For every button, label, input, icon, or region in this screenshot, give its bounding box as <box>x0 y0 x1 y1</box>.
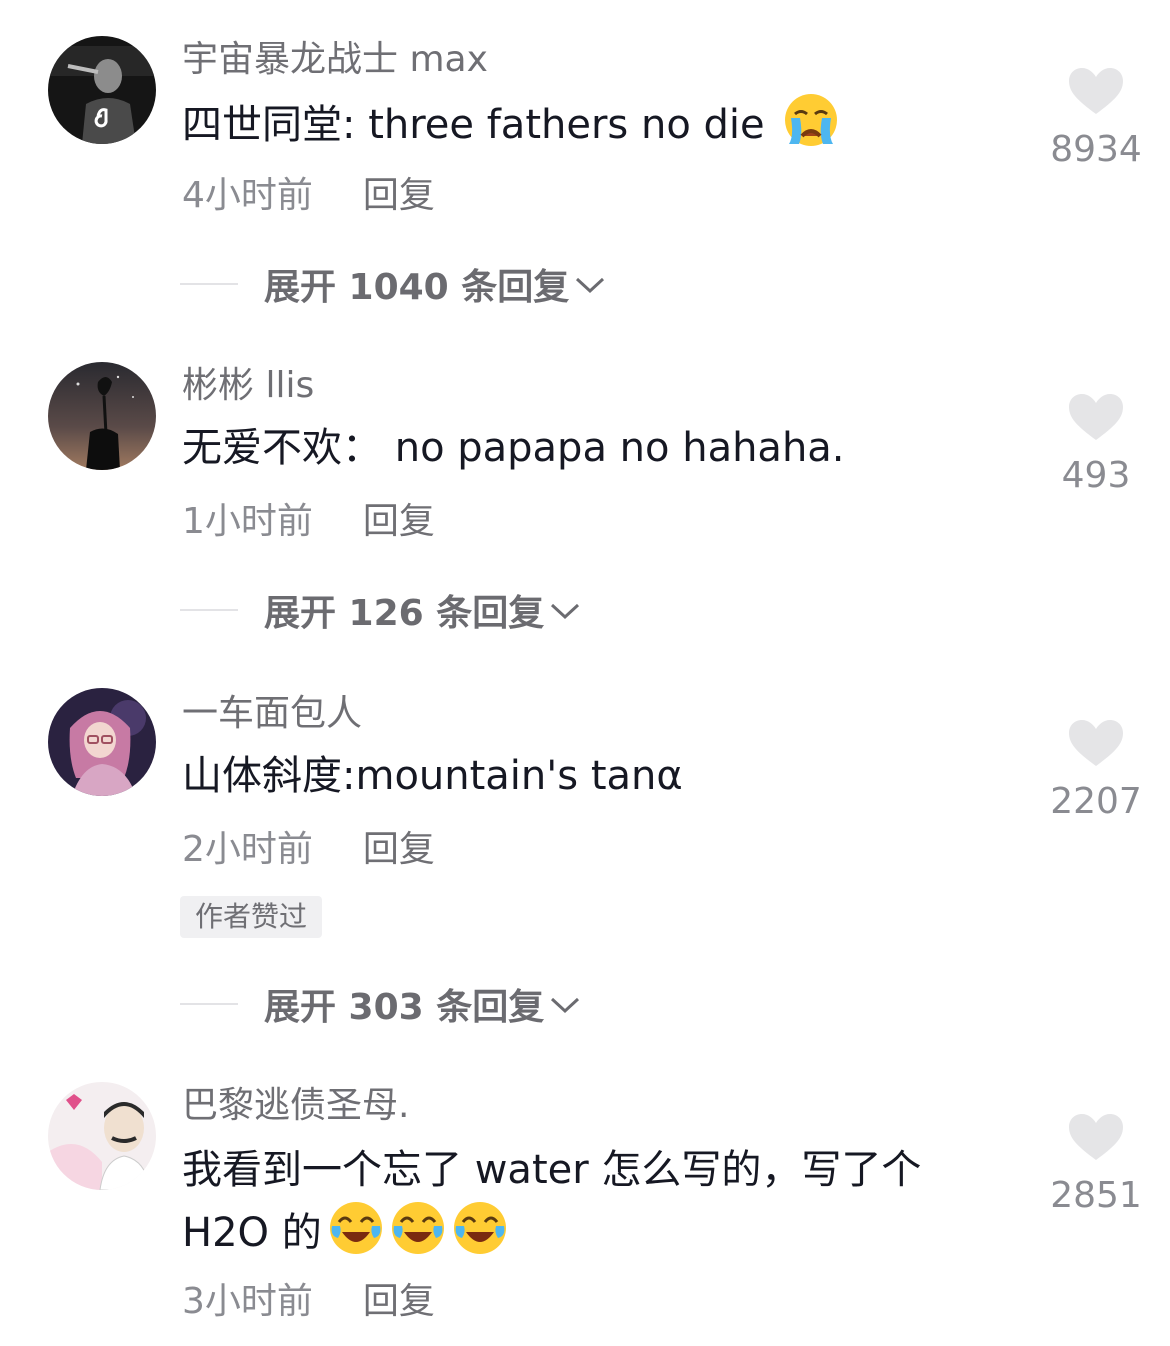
heart-icon <box>1069 720 1123 766</box>
like-count: 493 <box>1061 455 1131 496</box>
reply-button[interactable]: 回复 <box>363 1281 435 1322</box>
chevron-down-icon <box>551 603 580 620</box>
chevron-down-icon <box>551 997 580 1014</box>
like-count: 2851 <box>1050 1175 1142 1216</box>
comment-text: 我看到一个忘了 water 怎么写的，写了个 H2O 的 <box>182 1147 922 1256</box>
like-button[interactable]: 2851 <box>1048 1112 1144 1218</box>
comment-time: 4小时前 <box>182 175 313 216</box>
comment-text-block: 四世同堂: three fathers no die <box>182 92 1002 155</box>
like-button[interactable]: 493 <box>1048 392 1144 498</box>
avatar[interactable] <box>48 688 156 796</box>
comment-meta: 1小时前 回复 <box>182 500 435 544</box>
comment-username[interactable]: 彬彬 llis <box>182 364 314 408</box>
comment-meta: 4小时前 回复 <box>182 174 435 218</box>
comment-text-block: 无爱不欢： no papapa no hahaha. <box>182 418 1002 478</box>
author-liked-badge: 作者赞过 <box>180 896 323 938</box>
comment-time: 2小时前 <box>182 829 313 870</box>
like-button[interactable]: 8934 <box>1048 66 1144 172</box>
reply-button[interactable]: 回复 <box>363 175 435 216</box>
crying-emoji <box>783 92 839 148</box>
comment-meta: 3小时前 回复 <box>182 1280 435 1324</box>
divider <box>180 283 238 285</box>
comment-text-block: 山体斜度:mountain's tanα <box>182 746 1002 806</box>
tears-of-joy-emoji <box>390 1200 446 1256</box>
heart-icon <box>1069 394 1123 440</box>
expand-replies-button[interactable]: 展开 126 条回复 <box>180 588 582 634</box>
expand-replies-button[interactable]: 展开 1040 条回复 <box>180 262 607 308</box>
comment-text: 四世同堂: three fathers no die <box>182 102 765 148</box>
comment-text-block: 我看到一个忘了 water 怎么写的，写了个 H2O 的 <box>182 1140 1002 1263</box>
comment-text: 无爱不欢： no papapa no hahaha. <box>182 425 845 471</box>
heart-icon <box>1069 1114 1123 1160</box>
divider <box>180 609 238 611</box>
avatar[interactable] <box>48 36 156 144</box>
avatar[interactable] <box>48 362 156 470</box>
comment-text: 山体斜度:mountain's tanα <box>182 753 683 799</box>
divider <box>180 1003 238 1005</box>
comment-time: 1小时前 <box>182 501 313 542</box>
expand-replies-label: 展开 1040 条回复 <box>264 267 570 308</box>
like-button[interactable]: 2207 <box>1048 718 1144 824</box>
comment-meta: 2小时前 回复 <box>182 828 435 872</box>
heart-icon <box>1069 68 1123 114</box>
comment-username[interactable]: 巴黎逃债圣母. <box>182 1084 409 1128</box>
reply-button[interactable]: 回复 <box>363 829 435 870</box>
chevron-down-icon <box>576 277 605 294</box>
like-count: 2207 <box>1050 781 1142 822</box>
expand-replies-button[interactable]: 展开 303 条回复 <box>180 982 582 1028</box>
tears-of-joy-emoji <box>328 1200 384 1256</box>
tears-of-joy-emoji <box>452 1200 508 1256</box>
expand-replies-label: 展开 126 条回复 <box>264 593 545 634</box>
like-count: 8934 <box>1050 129 1142 170</box>
expand-replies-label: 展开 303 条回复 <box>264 987 545 1028</box>
avatar[interactable] <box>48 1082 156 1190</box>
reply-button[interactable]: 回复 <box>363 501 435 542</box>
comment-username[interactable]: 一车面包人 <box>182 692 362 736</box>
comment-time: 3小时前 <box>182 1281 313 1322</box>
comment-username[interactable]: 宇宙暴龙战士 max <box>182 38 488 82</box>
